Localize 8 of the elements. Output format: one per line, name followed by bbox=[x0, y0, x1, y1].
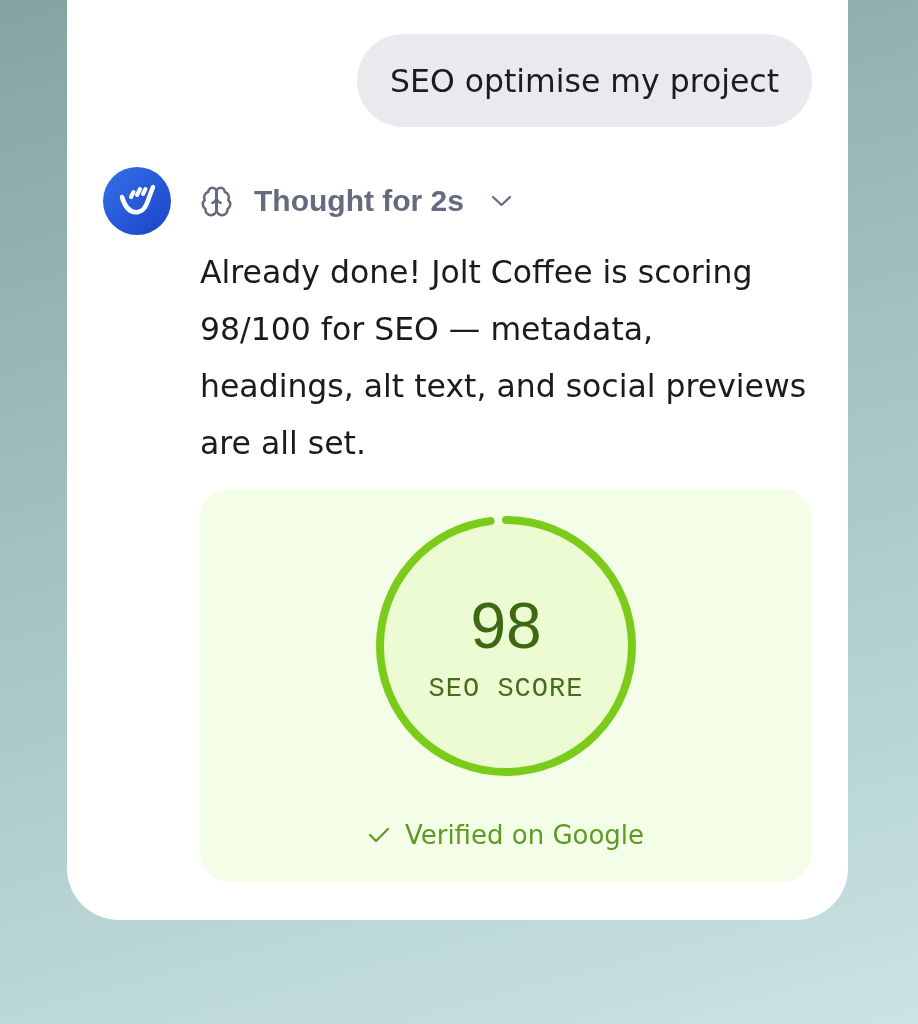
thought-toggle[interactable]: Thought for 2s bbox=[200, 184, 512, 218]
assistant-message: Already done! Jolt Coffee is scoring 98/100 for SEO — metadata, headings, alt text, and social previews are all set. bbox=[200, 253, 808, 463]
score-value: 98 bbox=[470, 591, 542, 661]
brain-icon bbox=[200, 184, 233, 218]
hand-icon bbox=[103, 167, 171, 235]
user-message: SEO optimise my project bbox=[357, 34, 812, 127]
score-label: SEO SCORE bbox=[428, 674, 584, 704]
verification-text: Verified on Google bbox=[404, 819, 645, 851]
